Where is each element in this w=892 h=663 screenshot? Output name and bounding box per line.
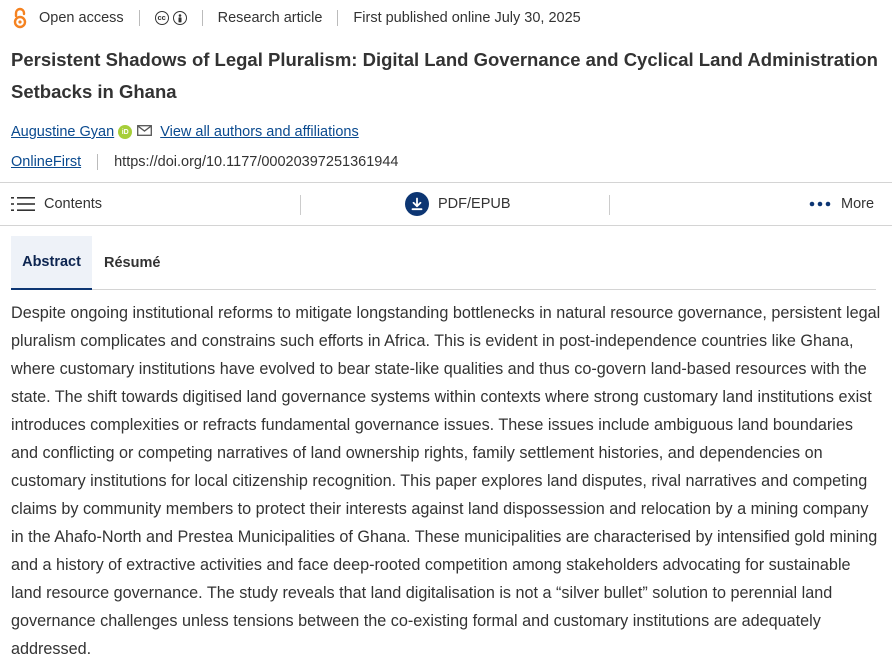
divider [300,195,301,215]
orcid-icon[interactable]: iD [118,125,133,139]
more-button[interactable]: More [809,183,874,225]
article-title: Persistent Shadows of Legal Pluralism: D… [11,49,878,102]
license-icons[interactable]: cc [154,11,187,25]
open-access-icon [11,7,29,29]
doi-text[interactable]: https://doi.org/10.1177/0002039725136194… [114,154,398,170]
author-row: Augustine Gyan iD View all authors and a… [11,124,359,140]
author-link[interactable]: Augustine Gyan [11,124,114,140]
more-dots-icon [809,201,831,207]
view-all-authors-link[interactable]: View all authors and affiliations [160,124,359,140]
divider [201,10,203,26]
pdf-epub-label: PDF/EPUB [438,196,511,212]
open-access-label: Open access [39,10,124,26]
attribution-icon [172,11,187,25]
contents-button[interactable]: Contents [11,183,102,225]
divider [138,10,140,26]
article-type: Research article [217,10,323,26]
article-meta-bar: Open access cc Research article First pu… [11,6,581,30]
doi-row: OnlineFirst https://doi.org/10.1177/0002… [11,154,398,170]
tab-resume[interactable]: Résumé [104,236,160,289]
cc-license-icon: cc [154,11,169,25]
online-first-link[interactable]: OnlineFirst [11,154,81,170]
contents-label: Contents [44,196,103,212]
pdf-epub-button[interactable]: PDF/EPUB [405,183,511,225]
tab-abstract[interactable]: Abstract [11,236,92,290]
menu-icon [11,195,35,213]
divider [609,195,610,215]
divider [337,10,339,26]
more-label: More [841,196,875,212]
abstract-tabs: Abstract Résumé [11,236,876,290]
publish-date: First published online July 30, 2025 [353,10,581,26]
article-toolbar: Contents PDF/EPUB More [0,182,892,226]
mail-icon[interactable] [137,124,153,140]
divider [97,154,99,170]
abstract-text: Despite ongoing institutional reforms to… [11,304,881,658]
download-icon [405,192,429,216]
